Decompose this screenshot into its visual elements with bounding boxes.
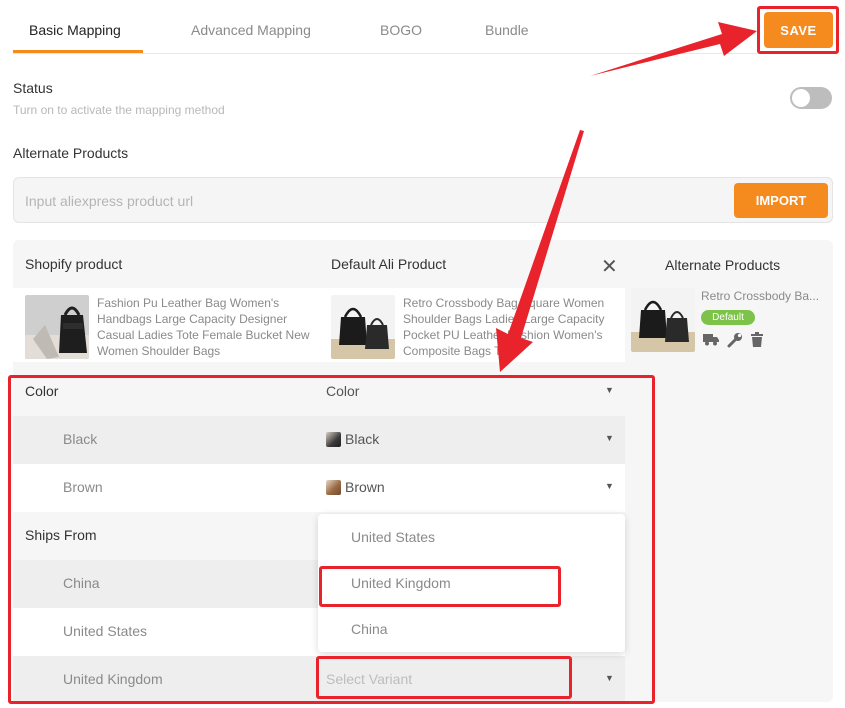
- annotation-arrows: [496, 22, 757, 372]
- arrow-to-variants-icon: [496, 130, 584, 372]
- arrow-to-save-icon: [590, 22, 757, 76]
